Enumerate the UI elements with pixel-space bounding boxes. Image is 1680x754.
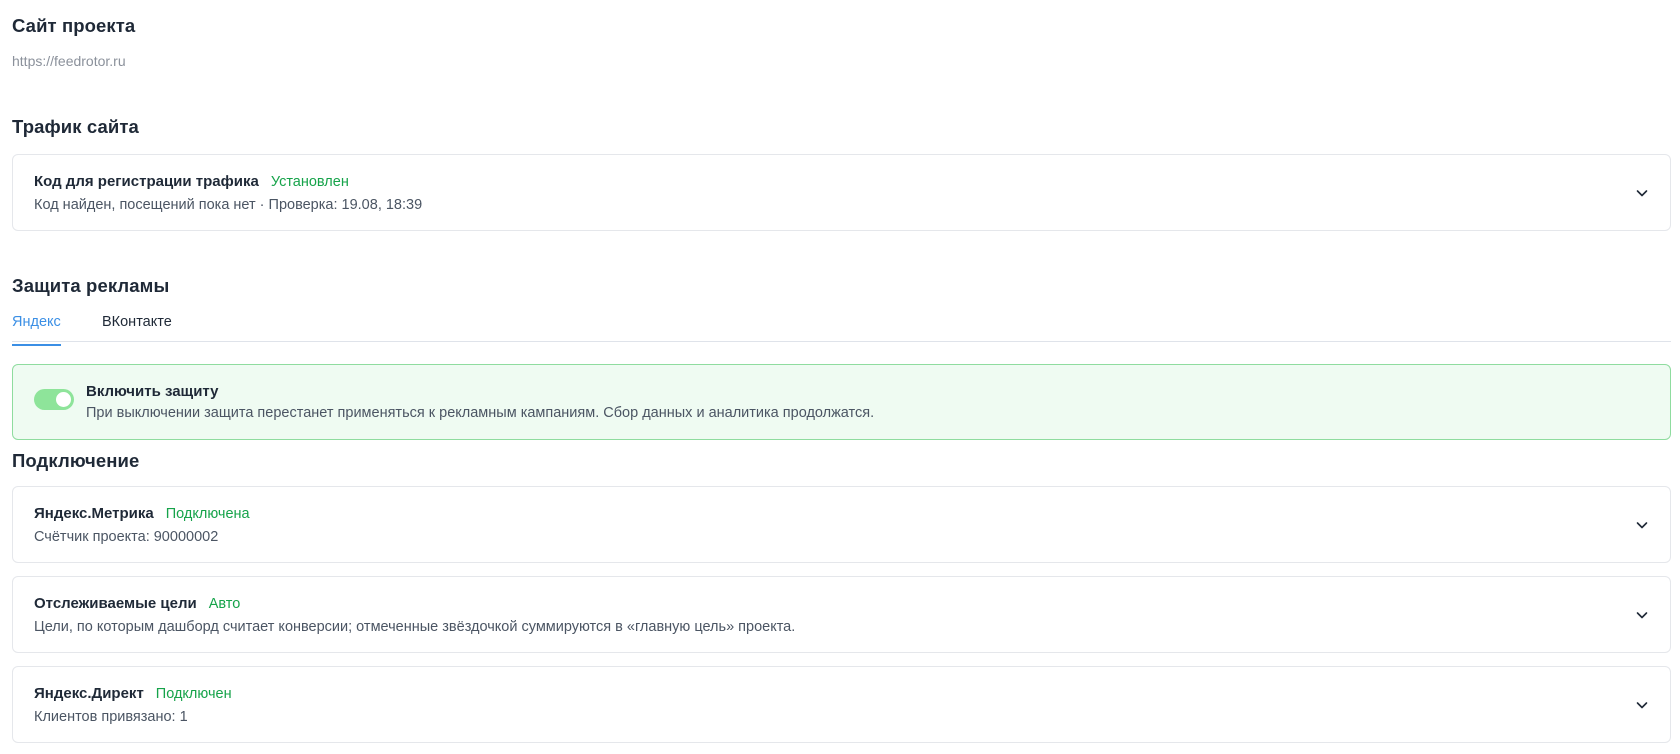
tracked-goals-card[interactable]: Отслеживаемые цели Авто Цели, по которым… [12, 576, 1671, 653]
card-title: Яндекс.Директ [34, 685, 144, 702]
chevron-down-icon[interactable] [1634, 607, 1650, 623]
ad-platform-tabs: Яндекс ВКонтакте [12, 310, 1671, 346]
chevron-down-icon[interactable] [1634, 185, 1650, 201]
card-title-row: Код для регистрации трафика Установлен [34, 173, 349, 190]
connection-heading: Подключение [12, 450, 140, 471]
card-title: Отслеживаемые цели [34, 595, 197, 612]
card-title: Код для регистрации трафика [34, 173, 259, 190]
card-title-row: Отслеживаемые цели Авто [34, 595, 240, 612]
protection-toggle[interactable] [34, 389, 74, 410]
tab-yandex[interactable]: Яндекс [12, 314, 61, 346]
protection-toggle-panel: Включить защиту При выключении защита пе… [12, 364, 1671, 440]
status-badge: Подключена [165, 506, 250, 522]
yandex-metrika-card[interactable]: Яндекс.Метрика Подключена Счётчик проект… [12, 486, 1671, 563]
protection-description: При выключении защита перестанет применя… [86, 405, 875, 421]
card-subtitle: Код найден, посещений пока нет · Проверк… [34, 197, 423, 213]
chevron-down-icon[interactable] [1634, 517, 1650, 533]
card-subtitle: Цели, по которым дашборд считает конверс… [34, 619, 796, 635]
card-title-row: Яндекс.Метрика Подключена [34, 505, 250, 522]
site-heading: Сайт проекта [12, 15, 136, 36]
chevron-down-icon[interactable] [1634, 697, 1650, 713]
card-subtitle: Счётчик проекта: 90000002 [34, 529, 219, 545]
status-badge: Подключен [155, 686, 232, 702]
yandex-direct-card[interactable]: Яндекс.Директ Подключен Клиентов привяза… [12, 666, 1671, 743]
card-title-row: Яндекс.Директ Подключен [34, 685, 232, 702]
status-badge: Установлен [270, 174, 349, 190]
ad-protection-heading: Защита рекламы [12, 275, 170, 296]
traffic-code-card[interactable]: Код для регистрации трафика Установлен К… [12, 154, 1671, 231]
status-badge: Авто [208, 596, 241, 612]
toggle-knob [56, 392, 71, 407]
traffic-heading: Трафик сайта [12, 116, 139, 137]
tab-vkontakte[interactable]: ВКонтакте [102, 314, 172, 342]
card-title: Яндекс.Метрика [34, 505, 154, 522]
site-url: https://feedrotor.ru [12, 53, 126, 69]
protection-title: Включить защиту [86, 383, 219, 400]
card-subtitle: Клиентов привязано: 1 [34, 709, 188, 725]
